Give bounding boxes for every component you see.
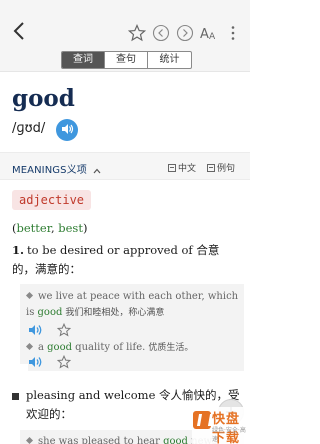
font-size-icon[interactable]: AA — [200, 24, 218, 42]
examples-box: we live at peace with each other, which … — [20, 284, 244, 364]
svg-text:A: A — [200, 27, 209, 42]
speaker-icon[interactable] — [28, 322, 44, 341]
speaker-icon — [60, 121, 74, 140]
meanings-title: MEANINGS义项 — [12, 165, 87, 176]
meanings-bar: MEANINGS义项 中文 例句 — [0, 152, 250, 180]
definition-1: 1. to be desired or approved of 合意的，满意的： — [12, 243, 220, 276]
watermark-logo: 快盘下载 绿色·安全·高速 — [192, 407, 250, 444]
pronounce-button[interactable] — [56, 119, 78, 141]
checkbox-icon — [168, 163, 176, 172]
toggle-chinese[interactable]: 中文 — [168, 161, 196, 174]
star-icon[interactable] — [128, 24, 146, 42]
checkbox-icon — [207, 163, 215, 172]
tab-lookup-word[interactable]: 查词 — [62, 52, 105, 68]
back-icon[interactable] — [10, 19, 30, 43]
tab-lookup-sentence[interactable]: 查句 — [105, 52, 148, 68]
more-icon[interactable] — [224, 24, 242, 42]
synonyms: (better, best) — [12, 221, 88, 235]
toggle-examples[interactable]: 例句 — [207, 161, 235, 174]
synonym-better[interactable]: better — [17, 221, 51, 235]
svg-text:A: A — [209, 32, 216, 42]
phonetic: /ɡʊd/ — [12, 121, 46, 136]
synonym-best[interactable]: best — [58, 221, 83, 235]
bullet-icon — [12, 393, 19, 400]
previous-icon[interactable] — [152, 24, 170, 42]
part-of-speech-badge: adjective — [12, 190, 92, 210]
star-icon[interactable] — [56, 322, 72, 341]
next-icon[interactable] — [176, 24, 194, 42]
chevron-up-icon[interactable] — [92, 161, 102, 174]
headword: good — [12, 85, 75, 112]
diamond-icon — [25, 291, 34, 300]
speaker-icon[interactable] — [28, 354, 44, 373]
logo-icon — [193, 411, 211, 429]
tab-statistics[interactable]: 统计 — [148, 52, 191, 68]
diamond-icon — [25, 342, 34, 351]
top-bar: AA 查词 查句 统计 — [0, 0, 250, 72]
diamond-icon — [26, 436, 34, 444]
example-sentence: we live at peace with each other, which … — [25, 291, 239, 318]
segment-control: 查词 查句 统计 — [61, 51, 192, 69]
example-actions — [28, 354, 244, 373]
star-icon[interactable] — [56, 354, 72, 373]
